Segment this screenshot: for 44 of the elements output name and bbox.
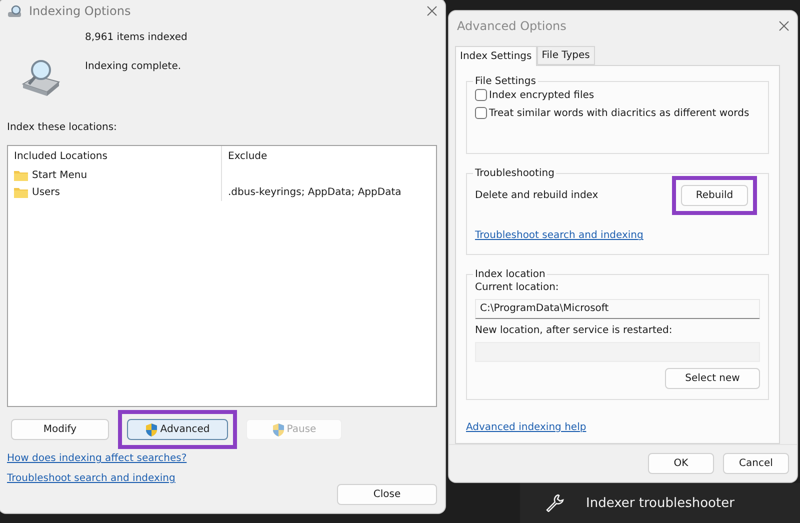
column-header[interactable]: Exclude xyxy=(222,146,436,167)
search-drive-icon xyxy=(7,4,23,18)
column-header[interactable]: Included Locations xyxy=(8,146,222,167)
exclude-cell-text: .dbus-keyrings; AppData; AppData xyxy=(227,186,402,200)
section-label: Index these locations: xyxy=(7,122,118,133)
tab[interactable]: Index Settings xyxy=(455,46,537,66)
window-title: Advanced Options xyxy=(457,18,568,32)
window-title: Indexing Options xyxy=(29,4,132,18)
group-title: Index location xyxy=(474,268,546,280)
troubleshoot-link[interactable]: Troubleshoot search and indexing xyxy=(475,230,644,242)
location-name: Users xyxy=(32,187,60,198)
dialog-button[interactable]: Modify xyxy=(11,419,109,440)
group-title: File Settings xyxy=(474,76,537,87)
close-button[interactable]: Close xyxy=(337,484,437,505)
location-cell[interactable]: Start Menu xyxy=(8,167,222,184)
help-link[interactable]: Troubleshoot search and indexing xyxy=(7,473,176,484)
wrench-icon xyxy=(546,494,564,512)
checkbox[interactable] xyxy=(475,107,487,119)
items-indexed-count: 8,961 items indexed xyxy=(85,32,188,43)
folder-icon xyxy=(14,187,28,198)
tab[interactable]: File Types xyxy=(536,46,595,65)
folder-icon xyxy=(14,170,28,181)
dialog-button[interactable]: Cancel xyxy=(723,453,789,474)
search-drive-icon xyxy=(19,58,63,98)
dialog-button[interactable]: Advanced xyxy=(127,419,228,440)
group-title: Troubleshooting xyxy=(474,168,556,180)
help-link[interactable]: How does indexing affect searches? xyxy=(7,453,187,464)
help-link[interactable]: Advanced indexing help xyxy=(466,422,586,433)
location-cell[interactable]: Users xyxy=(8,184,222,201)
close-icon[interactable] xyxy=(427,6,437,16)
field-label: New location, after service is restarted: xyxy=(475,324,674,336)
field-label: Current location: xyxy=(475,282,560,293)
checkbox-label: Treat similar words with diacritics as different words xyxy=(489,108,750,118)
rebuild-button[interactable]: Rebuild xyxy=(681,185,748,206)
indexing-status: Indexing complete. xyxy=(85,61,182,72)
dialog-button[interactable]: OK xyxy=(648,453,714,474)
checkbox[interactable] xyxy=(475,89,487,101)
indexer-troubleshooter-label[interactable]: Indexer troubleshooter xyxy=(586,496,734,510)
location-name: Start Menu xyxy=(32,170,88,181)
close-icon[interactable] xyxy=(779,20,789,30)
current-location-field[interactable]: C:\ProgramData\Microsoft xyxy=(475,298,760,319)
rebuild-description: Delete and rebuild index xyxy=(475,190,598,202)
select-new-button[interactable]: Select new xyxy=(665,368,760,389)
checkbox-label: Index encrypted files xyxy=(489,90,594,100)
